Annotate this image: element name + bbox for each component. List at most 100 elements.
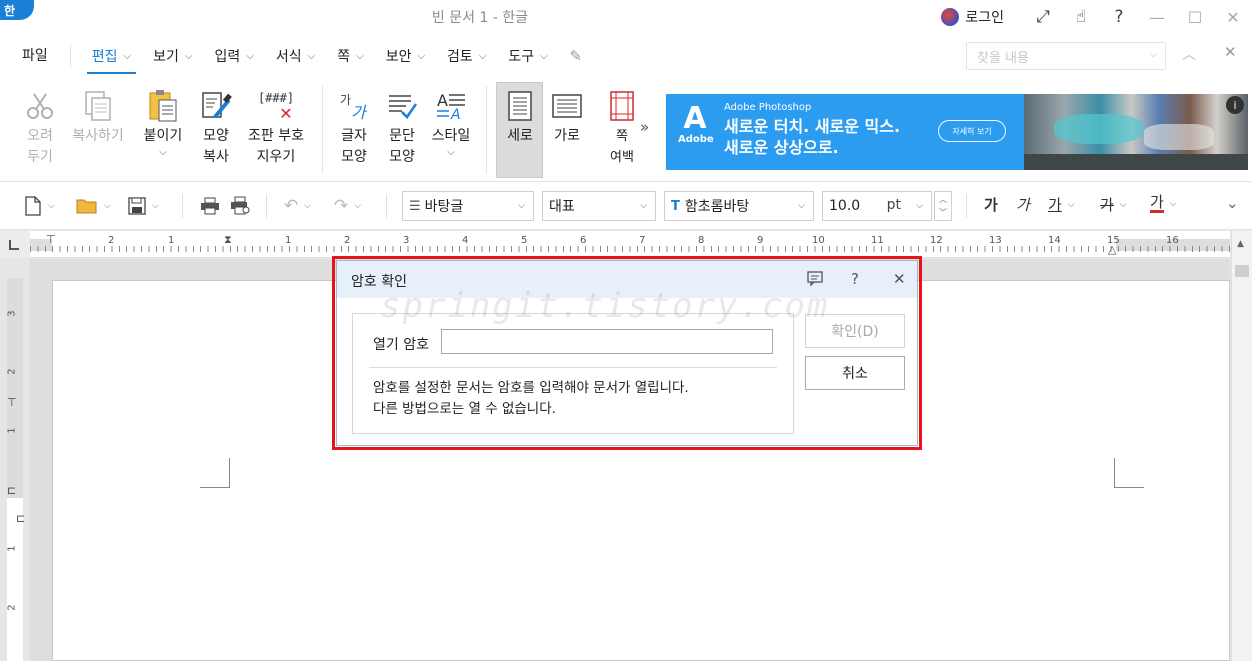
menu-security-label: 보안 <box>385 49 412 65</box>
chevron-down-icon: ⌵ <box>354 201 362 211</box>
menu-input[interactable]: 입력 ⌵ <box>203 34 264 78</box>
clear-codes-icon: [###] ✕ <box>258 86 294 126</box>
font-size-select[interactable]: 10.0 pt ⌵ <box>822 191 932 221</box>
chevron-down-icon: ⌵ <box>159 147 167 158</box>
login-button[interactable]: 로그인 <box>941 7 1004 27</box>
vruler-marker[interactable]: ⊏ <box>16 512 25 525</box>
chevron-down-icon: ⌵ <box>640 201 647 211</box>
chevron-down-icon: ⌵ <box>123 50 132 62</box>
maximize-button[interactable]: ☐ <box>1176 0 1214 34</box>
vruler-marker[interactable]: ⊤ <box>7 396 17 409</box>
portrait-page-icon <box>506 86 534 126</box>
paragraph-style-select[interactable]: ☰ 바탕글 ⌵ <box>402 191 534 221</box>
menu-security[interactable]: 보안 ⌵ <box>375 34 436 78</box>
clear-codes-button[interactable]: [###] ✕ 조판 부호 지우기 <box>244 86 308 168</box>
toolbar-divider <box>182 194 183 218</box>
ruler-corner[interactable] <box>0 231 30 258</box>
font-size-spinner[interactable]: ︿ ﹀ <box>934 191 952 221</box>
ruler-left-margin-marker[interactable]: ⊤ <box>46 233 56 246</box>
para-shape-button[interactable]: 문단 모양 <box>382 86 422 168</box>
minimize-button[interactable]: — <box>1138 0 1176 34</box>
horizontal-ruler[interactable]: 2 1 1 2 3 4 5 6 7 8 9 10 11 12 13 14 15 … <box>30 231 1230 258</box>
page-margin-button[interactable]: 쪽 여백 <box>602 86 642 168</box>
char-shape-button[interactable]: 가가 글자 모양 <box>336 86 372 168</box>
svg-text:가: 가 <box>340 93 351 107</box>
format-copy-label: 모양 복사 <box>203 128 229 165</box>
spin-down-icon[interactable]: ﹀ <box>939 207 947 218</box>
ruler-number: 6 <box>580 235 587 246</box>
menu-view[interactable]: 보기 ⌵ <box>142 34 203 78</box>
strikethrough-button[interactable]: 가 ⌵ <box>1100 194 1127 215</box>
chevron-down-icon: ⌵ <box>798 201 805 211</box>
copy-button[interactable]: 복사하기 <box>66 86 130 147</box>
vertical-ruler[interactable]: 3 2 1 1 2 ⊤ ⊏ ⊏ <box>0 258 30 661</box>
style-label: 스타일 <box>431 128 471 144</box>
font-select[interactable]: T 함초롬바탕 ⌵ <box>664 191 814 221</box>
vruler-number: 1 <box>6 427 18 434</box>
save-button[interactable]: ⌵ <box>128 194 159 218</box>
paste-icon <box>147 86 179 126</box>
chevron-down-icon: ⌵ <box>48 201 55 211</box>
print-preview-button[interactable] <box>230 194 252 218</box>
landscape-button[interactable]: 가로 <box>546 86 588 147</box>
font-color-button[interactable]: 가 ⌵ <box>1150 194 1177 213</box>
new-document-button[interactable]: ⌵ <box>24 194 55 218</box>
svg-text:가: 가 <box>351 103 368 122</box>
vruler-number: 1 <box>6 545 18 552</box>
style-button[interactable]: AA 스타일 ⌵ <box>428 86 474 159</box>
ad-headline: 새로운 터치. 새로운 믹스. 새로운 상상으로. <box>724 116 900 158</box>
expand-icon[interactable]: ⤢ <box>1024 0 1062 34</box>
italic-button[interactable]: 가 <box>1016 194 1030 215</box>
menu-edit[interactable]: 편집 ⌵ <box>81 34 142 78</box>
more-chevrons-icon[interactable]: » <box>640 118 649 136</box>
find-input[interactable]: 찾을 내용 ⌵ <box>966 42 1166 70</box>
collapse-ribbon-icon[interactable]: ︿ <box>1182 44 1196 64</box>
cut-button[interactable]: 오려 두기 <box>22 86 58 168</box>
paste-label: 붙이기 <box>143 128 183 144</box>
chevron-down-icon: ⌵ <box>478 50 487 62</box>
ribbon-divider <box>322 86 323 174</box>
redo-button[interactable]: ↷ ⌵ <box>334 194 361 218</box>
close-button[interactable]: ✕ <box>1214 0 1252 34</box>
paste-button[interactable]: 붙이기 ⌵ <box>138 86 188 159</box>
language-value: 대표 <box>549 199 575 215</box>
ruler-indent-marker[interactable]: ⧗ <box>224 233 232 247</box>
ruler-right-indent-marker[interactable]: △ <box>1108 243 1116 256</box>
underline-button[interactable]: 가 ⌵ <box>1048 194 1075 215</box>
close-document-icon[interactable]: ✕ <box>1224 43 1237 61</box>
portrait-button[interactable]: 세로 <box>498 86 542 147</box>
vruler-marker[interactable]: ⊏ <box>7 484 16 497</box>
open-document-button[interactable]: ⌵ <box>76 194 111 218</box>
menu-file[interactable]: 파일 <box>0 45 71 67</box>
undo-button[interactable]: ↶ ⌵ <box>284 194 311 218</box>
menu-page[interactable]: 쪽 ⌵ <box>326 34 374 78</box>
language-select[interactable]: 대표 ⌵ <box>542 191 656 221</box>
print-button[interactable] <box>200 194 220 218</box>
format-copy-button[interactable]: 모양 복사 <box>196 86 236 168</box>
portrait-label: 세로 <box>507 128 533 144</box>
new-file-icon <box>25 196 41 216</box>
app-logo[interactable]: 한 <box>0 0 34 20</box>
graffiti-wall-base <box>1024 154 1248 170</box>
bold-button[interactable]: 가 <box>984 194 998 215</box>
ad-headline-line2: 새로운 상상으로. <box>724 138 839 157</box>
ribbon-toggle-icon[interactable]: ✎ <box>565 45 587 67</box>
scrollbar-thumb[interactable] <box>1235 265 1249 277</box>
undo-icon: ↶ <box>284 196 299 216</box>
chevron-down-icon: ⌵ <box>417 50 426 62</box>
vertical-scrollbar[interactable]: ▲ <box>1231 231 1252 661</box>
scissors-icon <box>25 86 55 126</box>
scroll-up-icon[interactable]: ▲ <box>1237 239 1244 249</box>
menu-tools[interactable]: 도구 ⌵ <box>497 34 558 78</box>
ad-cta-button[interactable]: 자세히 보기 <box>938 120 1006 142</box>
menu-format[interactable]: 서식 ⌵ <box>265 34 326 78</box>
menu-review[interactable]: 검토 ⌵ <box>436 34 497 78</box>
ad-banner[interactable]: A Adobe Adobe Photoshop 새로운 터치. 새로운 믹스. … <box>666 94 1248 170</box>
spin-up-icon[interactable]: ︿ <box>939 194 947 205</box>
red-highlight-box <box>332 256 922 450</box>
more-options-icon[interactable]: ⌄ <box>1226 194 1239 212</box>
ad-info-icon[interactable]: i <box>1226 96 1244 114</box>
help-icon[interactable]: ? <box>1100 0 1138 34</box>
touch-hand-icon[interactable]: ☝ <box>1062 0 1100 34</box>
copy-label: 복사하기 <box>72 128 124 144</box>
